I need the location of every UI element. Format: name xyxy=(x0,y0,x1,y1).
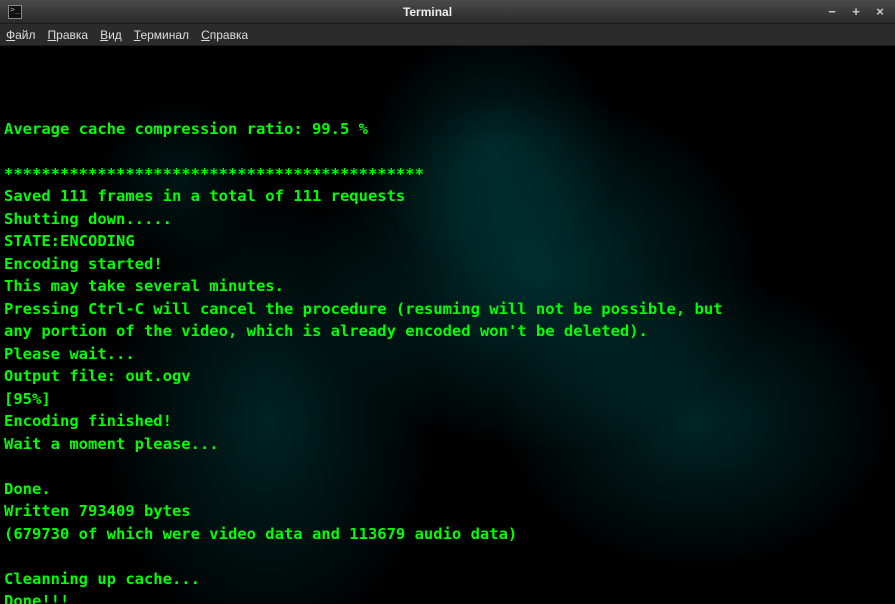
output-line xyxy=(4,140,891,163)
output-line: Encoding finished! xyxy=(4,410,891,433)
maximize-button[interactable]: + xyxy=(849,5,863,19)
output-line xyxy=(4,455,891,478)
output-line: ****************************************… xyxy=(4,163,891,186)
menu-edit-rest: равка xyxy=(56,28,88,42)
terminal-output[interactable]: Average cache compression ratio: 99.5 % … xyxy=(0,46,895,604)
menu-help[interactable]: Справка xyxy=(201,28,248,42)
menu-help-rest: правка xyxy=(210,28,248,42)
output-line: Wait a moment please... xyxy=(4,433,891,456)
output-line: This may take several minutes. xyxy=(4,275,891,298)
output-line: Shutting down..... xyxy=(4,208,891,231)
output-line: Encoding started! xyxy=(4,253,891,276)
window-controls: − + × xyxy=(825,5,887,19)
output-line: STATE:ENCODING xyxy=(4,230,891,253)
output-line: Average cache compression ratio: 99.5 % xyxy=(4,118,891,141)
close-button[interactable]: × xyxy=(873,5,887,19)
output-line: Output file: out.ogv xyxy=(4,365,891,388)
menu-file[interactable]: Файл xyxy=(6,28,36,42)
menu-view-rest: ид xyxy=(108,28,122,42)
output-line: any portion of the video, which is alrea… xyxy=(4,320,891,343)
output-line: Done!!! xyxy=(4,590,891,604)
output-line xyxy=(4,545,891,568)
terminal-icon xyxy=(8,5,22,19)
output-line: [95%] xyxy=(4,388,891,411)
output-line: Done. xyxy=(4,478,891,501)
minimize-button[interactable]: − xyxy=(825,5,839,19)
output-line: Written 793409 bytes xyxy=(4,500,891,523)
output-line: Saved 111 frames in a total of 111 reque… xyxy=(4,185,891,208)
menubar: Файл Правка Вид Терминал Справка xyxy=(0,24,895,46)
menu-view[interactable]: Вид xyxy=(100,28,122,42)
window-title: Terminal xyxy=(30,5,825,19)
terminal-window: Terminal − + × Файл Правка Вид Терминал … xyxy=(0,0,895,604)
menu-file-rest: айл xyxy=(15,28,35,42)
menu-edit[interactable]: Правка xyxy=(48,28,89,42)
menu-terminal-rest: ерминал xyxy=(140,28,189,42)
menu-terminal[interactable]: Терминал xyxy=(134,28,189,42)
titlebar[interactable]: Terminal − + × xyxy=(0,0,895,24)
output-line: (679730 of which were video data and 113… xyxy=(4,523,891,546)
output-line: Cleanning up cache... xyxy=(4,568,891,591)
output-line: Pressing Ctrl-C will cancel the procedur… xyxy=(4,298,891,321)
output-line: Please wait... xyxy=(4,343,891,366)
